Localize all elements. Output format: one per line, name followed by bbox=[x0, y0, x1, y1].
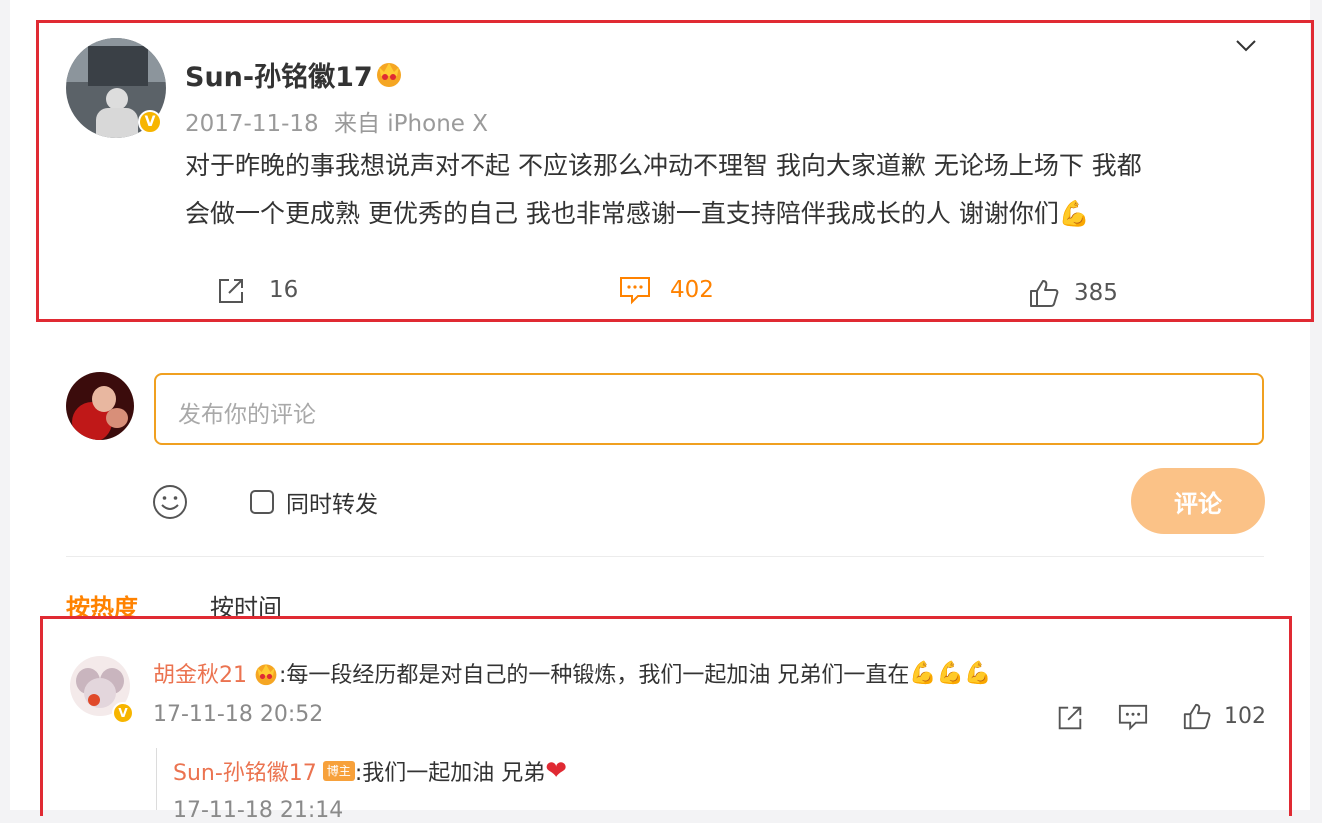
comment-biceps-emoji: 💪💪💪 bbox=[909, 660, 992, 686]
comment-thumbs-up-icon bbox=[1182, 701, 1212, 731]
comment-reply-icon[interactable] bbox=[1117, 702, 1149, 732]
post-source-prefix: 来自 bbox=[333, 111, 380, 137]
reply-time: 17-11-18 21:14 bbox=[173, 798, 344, 823]
post-source: iPhone X bbox=[387, 111, 489, 137]
submit-comment-button[interactable]: 评论 bbox=[1131, 468, 1265, 534]
comment-icon bbox=[618, 274, 652, 306]
reply-text: :我们一起加油 兄弟 bbox=[354, 761, 546, 786]
checkbox-square bbox=[250, 490, 274, 514]
repost-too-label: 同时转发 bbox=[286, 492, 378, 518]
composer-divider bbox=[66, 556, 1264, 557]
comment-input-box[interactable]: 发布你的评论 bbox=[154, 373, 1264, 445]
comment-like-count: 102 bbox=[1224, 703, 1266, 729]
comment-input-placeholder: 发布你的评论 bbox=[178, 402, 316, 428]
reply-author-name[interactable]: Sun-孙铭徽17 bbox=[173, 755, 317, 787]
comment-line: 胡金秋21 :每一段经历都是对自己的一种锻炼，我们一起加油 兄弟们一直在 💪💪💪 bbox=[153, 657, 992, 689]
post-menu-chevron-icon[interactable] bbox=[1234, 36, 1258, 56]
flexed-biceps-emoji: 💪 bbox=[1058, 199, 1090, 228]
comment-button[interactable]: 402 bbox=[618, 272, 714, 308]
like-count: 385 bbox=[1074, 280, 1118, 306]
comment-repost-icon[interactable] bbox=[1055, 702, 1085, 732]
reply-line: Sun-孙铭徽17 博主 :我们一起加油 兄弟 ❤ bbox=[173, 755, 567, 787]
repost-icon bbox=[215, 274, 247, 306]
comment-text: :每一段经历都是对自己的一种锻炼，我们一起加油 兄弟们一直在 bbox=[279, 663, 910, 688]
red-heart-emoji: ❤ bbox=[545, 756, 568, 786]
reply-thread-line bbox=[156, 748, 157, 810]
thumbs-up-icon bbox=[1028, 277, 1060, 309]
post-date: 2017-11-18 bbox=[185, 111, 319, 137]
crown-vip-icon bbox=[374, 58, 404, 88]
repost-button[interactable]: 16 bbox=[215, 272, 298, 308]
post-author-name[interactable]: Sun-孙铭徽17 bbox=[185, 55, 373, 94]
post-text-line1: 对于昨晚的事我想说声对不起 不应该那么冲动不理智 我向大家道歉 无论场上场下 我… bbox=[185, 151, 1142, 180]
post-meta: 2017-11-18 来自 iPhone X bbox=[185, 104, 488, 138]
commenter-verified-icon: V bbox=[112, 702, 134, 724]
post-text-line2-body: 会做一个更成熟 更优秀的自己 我也非常感谢一直支持陪伴我成长的人 谢谢你们 bbox=[185, 199, 1059, 228]
comment-count: 402 bbox=[670, 277, 714, 303]
emoji-picker-icon[interactable] bbox=[152, 484, 188, 520]
repost-too-checkbox[interactable]: 同时转发 bbox=[250, 485, 378, 519]
comment-time: 17-11-18 20:52 bbox=[153, 702, 324, 727]
commenter-crown-icon bbox=[253, 660, 279, 686]
commenter-name[interactable]: 胡金秋21 bbox=[153, 657, 247, 689]
weibo-post-panel: V Sun-孙铭徽17 2017-11-18 来自 iPhone X 对于昨晚的… bbox=[10, 0, 1314, 823]
reply-author-badge: 博主 bbox=[322, 761, 355, 781]
current-user-avatar bbox=[66, 372, 134, 440]
verified-badge-icon: V bbox=[138, 110, 162, 134]
post-text-line2: 会做一个更成熟 更优秀的自己 我也非常感谢一直支持陪伴我成长的人 谢谢你们💪 bbox=[185, 194, 1090, 230]
submit-comment-label: 评论 bbox=[1174, 489, 1222, 518]
repost-count: 16 bbox=[269, 277, 299, 303]
comment-like-button[interactable]: 102 bbox=[1182, 701, 1266, 731]
like-button[interactable]: 385 bbox=[1028, 275, 1118, 311]
